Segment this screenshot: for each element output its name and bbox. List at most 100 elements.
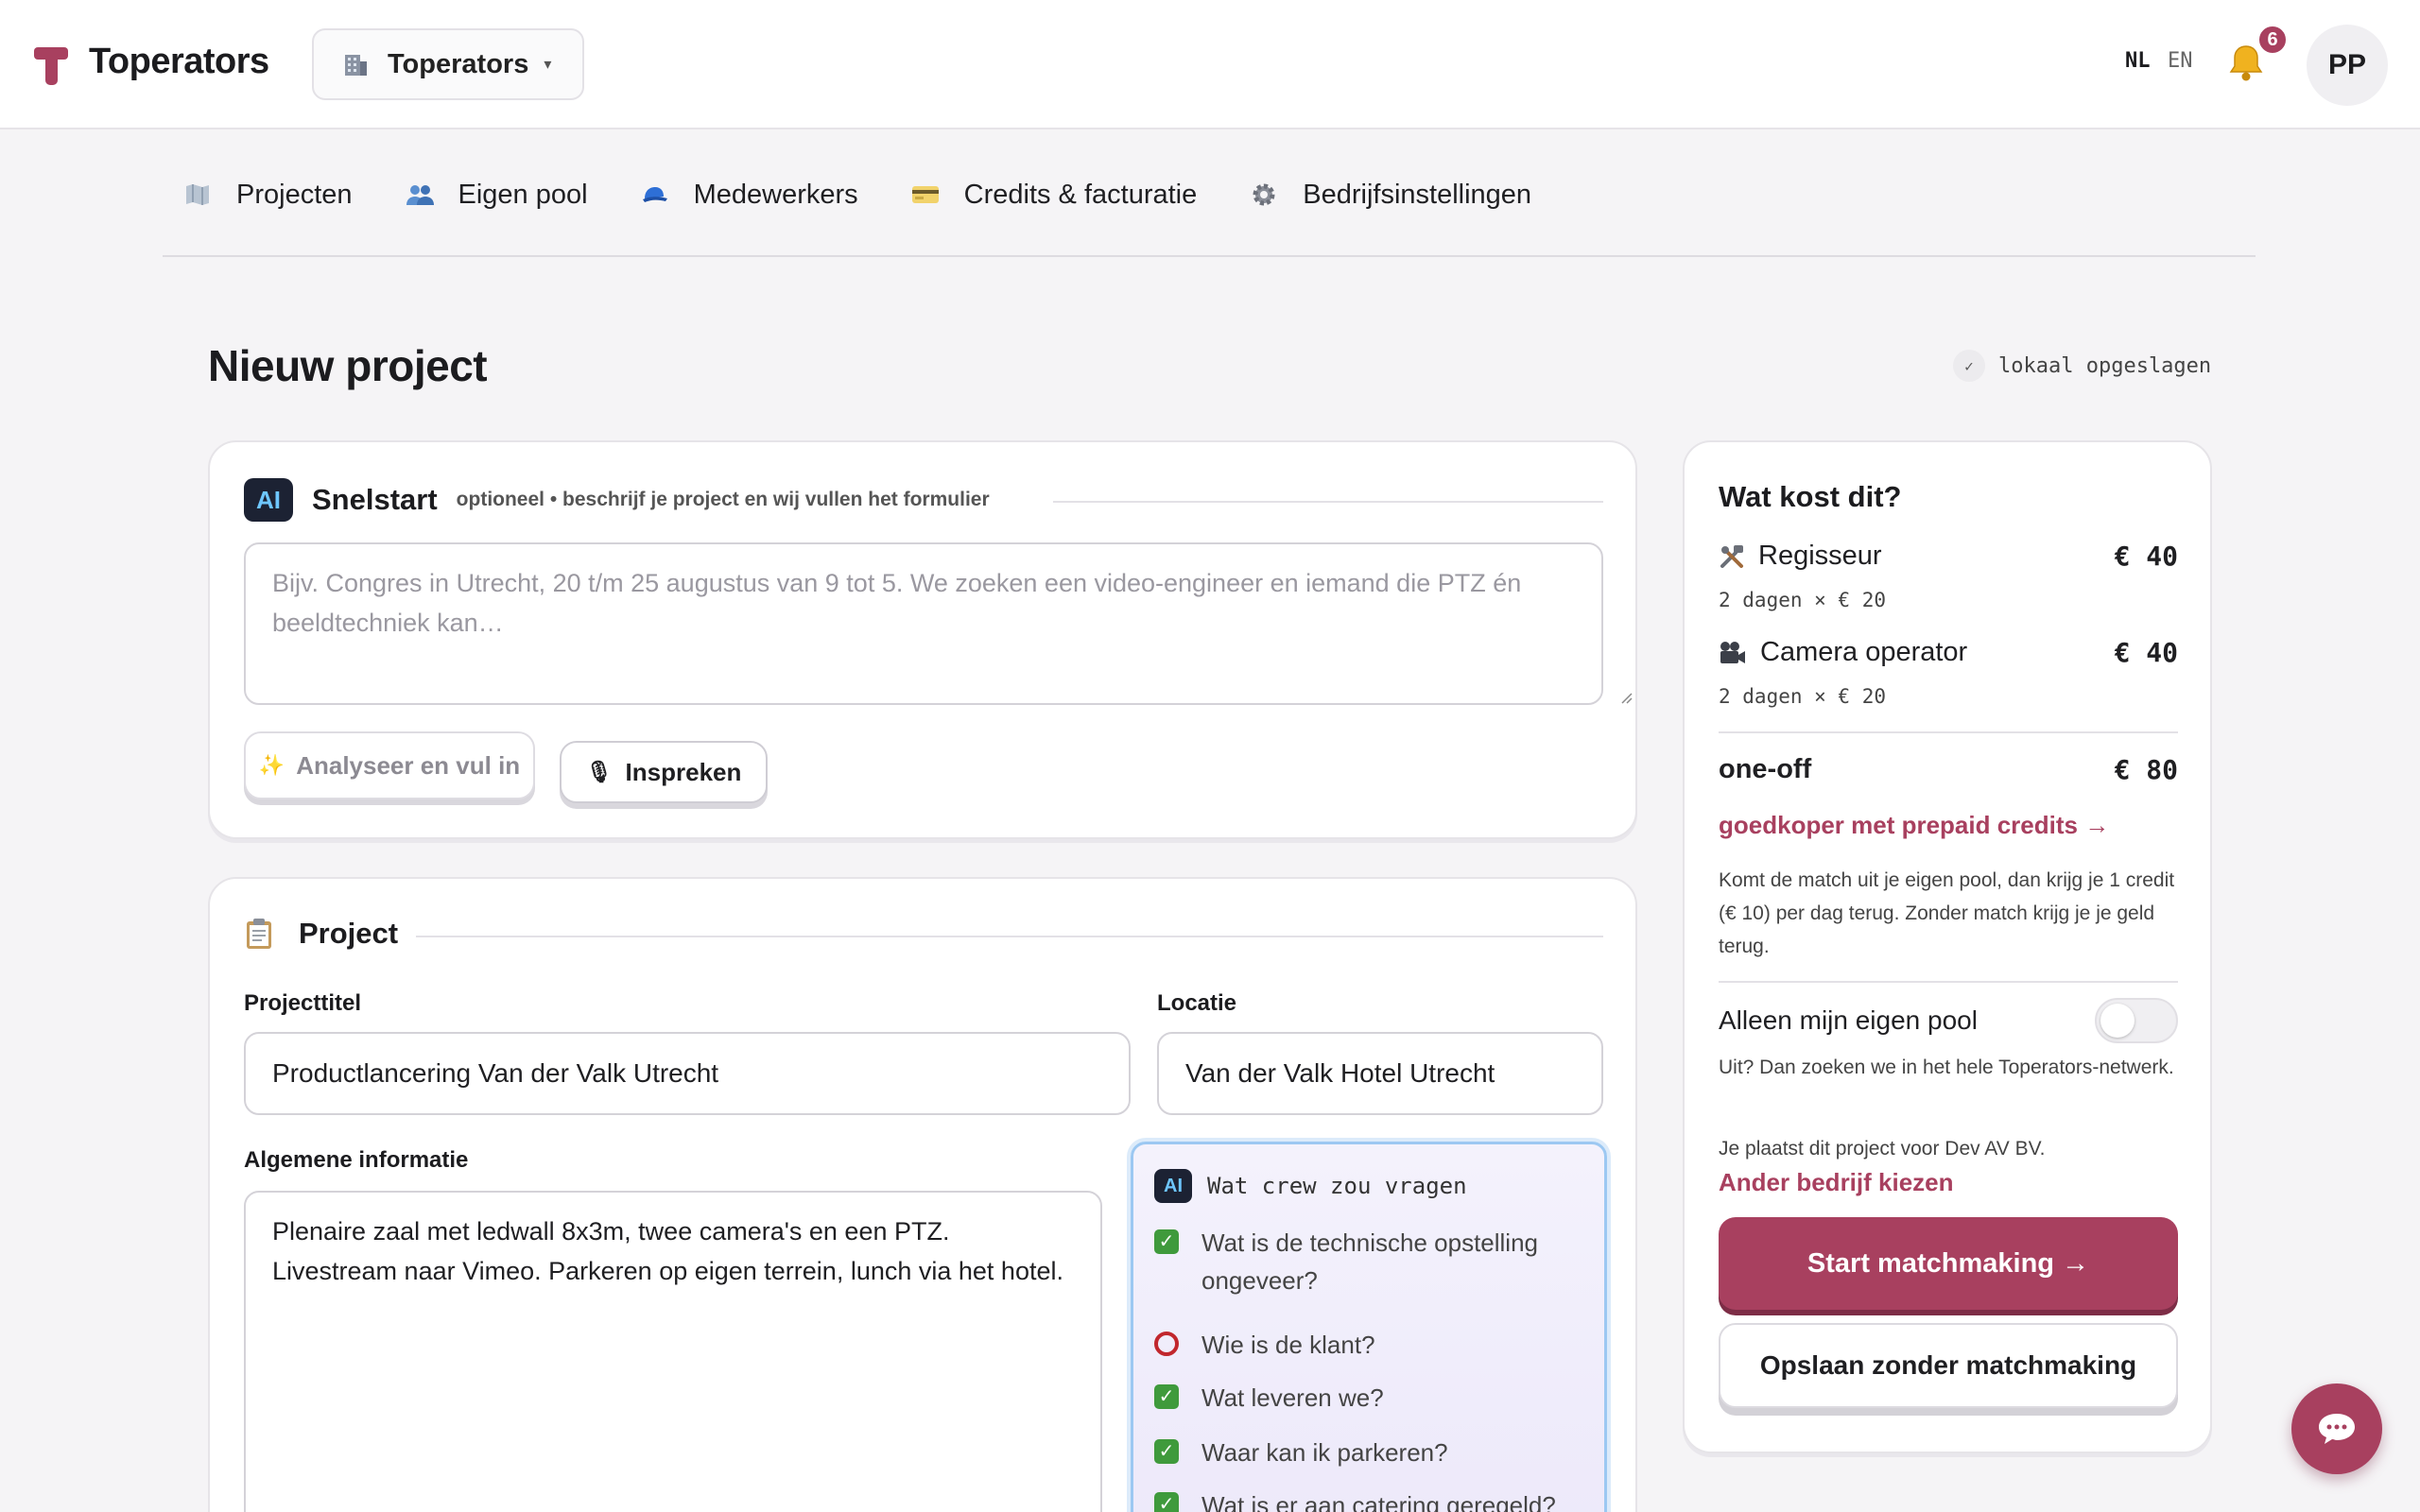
check-box-icon: ✓: [1154, 1384, 1179, 1409]
own-pool-toggle[interactable]: [2095, 998, 2178, 1043]
check-box-icon: ✓: [1154, 1229, 1179, 1254]
crew-question-text: Wat is de technische opstelling ongeveer…: [1201, 1228, 1539, 1295]
prepaid-credits-link[interactable]: goedkoper met prepaid credits →: [1719, 811, 2109, 840]
logo-icon[interactable]: [32, 45, 70, 87]
snelstart-subtitle: optioneel • beschrijf je project en wij …: [456, 489, 990, 510]
nav-label: Bedrijfsinstellingen: [1303, 179, 1532, 210]
cap-icon: [641, 180, 669, 209]
cost-item-detail: 2 dagen × € 20: [1719, 589, 1887, 611]
algemene-informatie-label: Algemene informatie: [244, 1147, 469, 1173]
project-title: Project: [299, 917, 399, 950]
own-pool-hint: Uit? Dan zoeken we in het hele Toperator…: [1719, 1057, 2174, 1078]
top-bar: Toperators Toperators ▾ NL EN 6 PP: [0, 0, 2420, 129]
company-switcher[interactable]: Toperators ▾: [312, 28, 584, 100]
cost-card: Wat kost dit? Regisseur € 40 2 dagen × €…: [1683, 440, 2212, 1453]
company-name: Toperators: [388, 48, 529, 79]
save-status: ✓ lokaal opgeslagen: [1953, 350, 2211, 382]
credit-card-icon: [911, 180, 940, 209]
cost-item-name: Regisseur: [1758, 541, 1882, 571]
section-divider: [1053, 501, 1603, 503]
chat-bubble-icon: [2319, 1414, 2355, 1444]
check-box-icon: ✓: [1154, 1492, 1179, 1512]
video-camera-icon: [1720, 641, 1745, 663]
crew-question: ✓ Wat is er aan catering geregeld?: [1154, 1486, 1599, 1512]
brand-name[interactable]: Toperators: [89, 42, 269, 82]
speak-label: Inspreken: [625, 757, 742, 786]
nav-label: Credits & facturatie: [963, 179, 1198, 210]
nav-item-bedrijfsinstellingen[interactable]: Bedrijfsinstellingen: [1250, 180, 1531, 211]
cost-total: one-off € 80: [1719, 754, 2178, 785]
locatie-label: Locatie: [1157, 990, 1237, 1016]
analyse-label: Analyseer en vul in: [296, 750, 521, 780]
cost-item-amount: € 40: [2114, 541, 2178, 572]
resize-grip-icon[interactable]: [1618, 690, 1634, 705]
tools-icon: [1720, 544, 1743, 568]
crew-question: ✓ Wat leveren we?: [1154, 1379, 1599, 1417]
clipboard-icon: [247, 919, 271, 949]
total-label: one-off: [1719, 754, 1812, 784]
speak-button[interactable]: 🎙 Inspreken: [560, 741, 768, 803]
snelstart-header: AI Snelstart optioneel • beschrijf je pr…: [244, 478, 990, 522]
crew-question-text: Wat leveren we?: [1201, 1383, 1384, 1412]
pool-credit-note: Komt de match uit je eigen pool, dan kri…: [1719, 869, 2175, 957]
crew-question-text: Wie is de klant?: [1201, 1331, 1375, 1359]
snelstart-card: AI Snelstart optioneel • beschrijf je pr…: [208, 440, 1637, 839]
snelstart-title: Snelstart: [312, 483, 438, 516]
check-icon: ✓: [1953, 350, 1985, 382]
crew-question: Wie is de klant?: [1154, 1326, 1599, 1364]
crew-question-text: Waar kan ik parkeren?: [1201, 1438, 1448, 1467]
start-matchmaking-button[interactable]: Start matchmaking →: [1719, 1217, 2178, 1310]
gear-icon: [1250, 180, 1278, 209]
crew-header: AI Wat crew zou vragen: [1154, 1169, 1467, 1203]
crew-question: ✓ Waar kan ik parkeren?: [1154, 1434, 1599, 1471]
divider: [1719, 981, 2178, 983]
analyse-button[interactable]: ✨ Analyseer en vul in: [244, 731, 535, 799]
section-divider: [416, 936, 1603, 937]
avatar[interactable]: PP: [2307, 25, 2388, 106]
total-amount: € 80: [2114, 754, 2178, 785]
ai-badge: AI: [244, 478, 293, 522]
project-card: Project Projecttitel Productlancering Va…: [208, 877, 1637, 1512]
sparkle-icon: ✨: [258, 753, 285, 777]
nav-label: Projecten: [236, 179, 353, 210]
save-without-matchmaking-button[interactable]: Opslaan zonder matchmaking: [1719, 1323, 2178, 1408]
locatie-input[interactable]: Van der Valk Hotel Utrecht: [1157, 1032, 1603, 1115]
office-building-icon: [345, 55, 367, 76]
cost-line-item: Regisseur € 40 2 dagen × € 20: [1719, 541, 2178, 611]
language-en[interactable]: EN: [2168, 49, 2193, 73]
nav-divider: [163, 255, 2256, 257]
nav-item-medewerkers[interactable]: Medewerkers: [641, 180, 858, 211]
change-company-link[interactable]: Ander bedrijf kiezen: [1719, 1168, 1954, 1197]
cost-item-detail: 2 dagen × € 20: [1719, 685, 1887, 708]
page-title: Nieuw project: [208, 341, 488, 390]
main-nav: Projecten Eigen pool Medewerkers Credits…: [183, 176, 1584, 214]
chevron-down-icon: ▾: [544, 57, 552, 73]
save-status-text: lokaal opgeslagen: [1998, 353, 2212, 378]
own-pool-label: Alleen mijn eigen pool: [1719, 1005, 1978, 1035]
algemene-informatie-input[interactable]: Plenaire zaal met ledwall 8x3m, twee cam…: [244, 1191, 1102, 1512]
language-nl[interactable]: NL: [2125, 49, 2151, 73]
projecttitel-input[interactable]: Productlancering Van der Valk Utrecht: [244, 1032, 1131, 1115]
microphone-icon: 🎙: [585, 760, 613, 783]
snelstart-input[interactable]: Bijv. Congres in Utrecht, 20 t/m 25 augu…: [244, 542, 1603, 705]
nav-item-projecten[interactable]: Projecten: [183, 180, 353, 211]
own-pool-row: Alleen mijn eigen pool: [1719, 998, 2178, 1043]
cost-title: Wat kost dit?: [1719, 480, 1902, 513]
project-header: Project: [244, 917, 398, 951]
divider: [1719, 731, 2178, 733]
nav-item-credits[interactable]: Credits & facturatie: [911, 179, 1198, 211]
crew-questions-panel: AI Wat crew zou vragen ✓ Wat is de techn…: [1131, 1142, 1607, 1512]
crew-question-text: Wat is er aan catering geregeld?: [1201, 1491, 1556, 1512]
chat-button[interactable]: [2291, 1383, 2382, 1474]
cost-item-amount: € 40: [2114, 637, 2178, 668]
cost-item-name: Camera operator: [1760, 637, 1968, 667]
map-icon: [183, 180, 212, 209]
ai-badge: AI: [1154, 1169, 1192, 1203]
cost-line-item: Camera operator € 40 2 dagen × € 20: [1719, 637, 2178, 708]
people-icon: [406, 180, 434, 209]
crew-question: ✓ Wat is de technische opstelling ongeve…: [1154, 1224, 1599, 1299]
nav-item-eigen-pool[interactable]: Eigen pool: [406, 180, 588, 211]
check-box-icon: ✓: [1154, 1439, 1179, 1464]
nav-label: Medewerkers: [693, 179, 858, 210]
company-note: Je plaatst dit project voor Dev AV BV.: [1719, 1138, 2046, 1160]
